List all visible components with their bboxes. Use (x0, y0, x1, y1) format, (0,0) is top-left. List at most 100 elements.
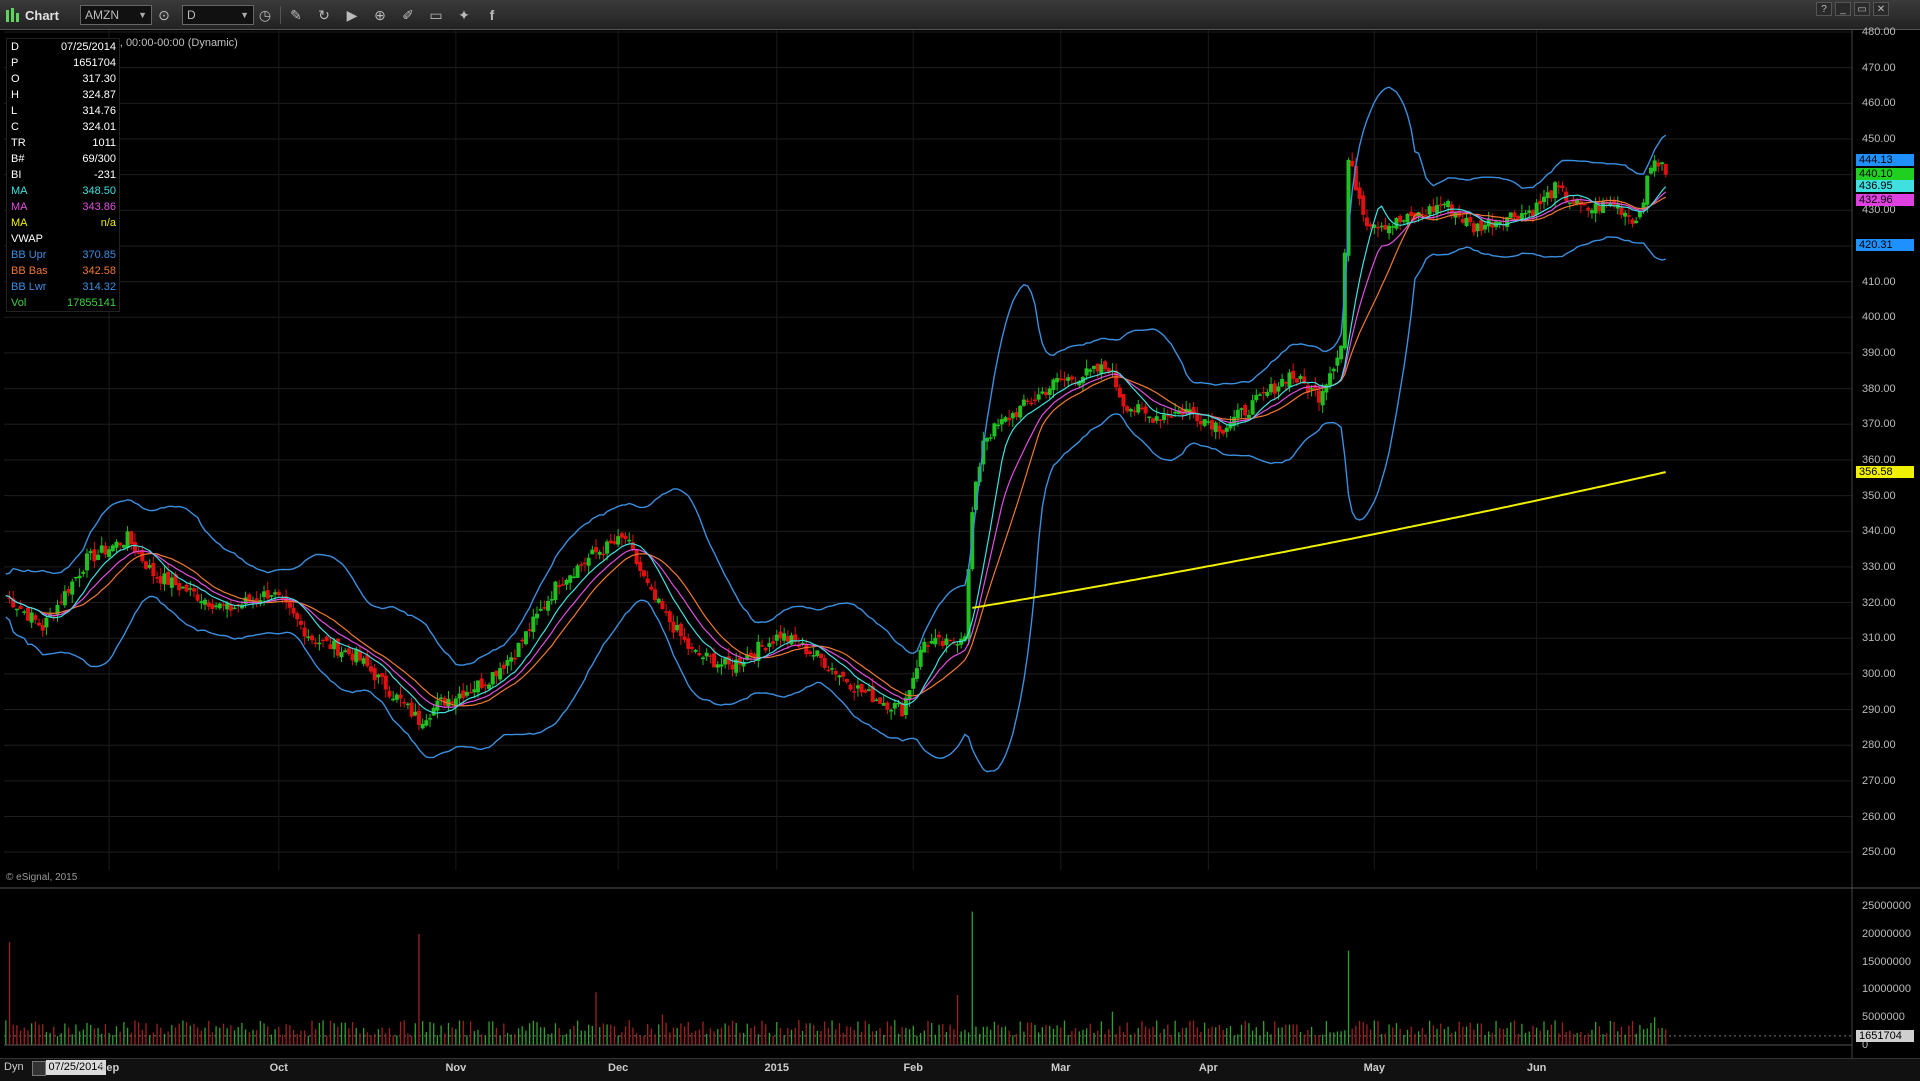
price-chart[interactable] (0, 30, 1920, 1058)
symbol-search-icon[interactable]: ⊙ (154, 5, 174, 25)
candle-up (1018, 405, 1023, 418)
data-window-row: VWAP (7, 231, 119, 247)
volume-tick-label: 20000000 (1862, 927, 1911, 940)
help-button[interactable]: ? (1816, 2, 1832, 16)
candle-down (1512, 212, 1517, 218)
candle-up (405, 703, 410, 706)
price-tick-label: 320.00 (1862, 596, 1896, 609)
candle-down (191, 588, 196, 592)
candle-down (118, 542, 123, 546)
candle-down (177, 583, 182, 591)
price-tick-label: 410.00 (1862, 275, 1896, 288)
data-window-label: Vol (11, 297, 27, 309)
symbol-input[interactable]: AMZN ▼ (80, 5, 152, 25)
data-window-label: BB Bas (11, 265, 48, 277)
candle-up (431, 707, 436, 716)
maximize-button[interactable]: ▭ (1854, 2, 1870, 16)
chevron-down-icon[interactable]: ▼ (240, 6, 249, 24)
time-tick-label: Oct (269, 1062, 288, 1074)
candle-down (398, 694, 403, 699)
candle-down (1361, 195, 1366, 215)
data-window-label: BB Upr (11, 249, 47, 261)
data-window-value: 348.50 (82, 185, 116, 197)
candle-up (1637, 211, 1642, 218)
candle-up (420, 723, 425, 729)
candle-up (1250, 400, 1255, 415)
candle-down (40, 625, 45, 631)
volume-tick-label: 10000000 (1862, 983, 1911, 996)
price-tick-label: 390.00 (1862, 346, 1896, 359)
candle-down (494, 670, 499, 677)
close-button[interactable]: ✕ (1873, 2, 1889, 16)
candle-down (1243, 405, 1248, 416)
candle-up (597, 551, 602, 555)
candle-up (955, 644, 960, 646)
candle-down (760, 645, 765, 647)
zoom-icon[interactable]: ⊕ (370, 5, 390, 25)
candle-down (667, 611, 672, 623)
candle-up (1387, 225, 1392, 234)
comment-icon[interactable]: ▭ (426, 5, 446, 25)
candle-up (523, 631, 528, 645)
candle-down (1291, 370, 1296, 379)
candle-down (136, 552, 141, 554)
data-window-value: 317.30 (82, 73, 116, 85)
candle-up (1055, 377, 1060, 383)
candle-up (343, 650, 348, 653)
candle-down (369, 666, 374, 672)
time-axis[interactable] (0, 1058, 1920, 1081)
candle-down (737, 657, 742, 665)
candle-up (1320, 391, 1325, 406)
candle-down (671, 621, 676, 633)
time-tick-label: Mar (1051, 1062, 1071, 1074)
twitter-icon[interactable]: ✦ (454, 5, 474, 25)
candle-down (608, 540, 613, 544)
volume-tick-label: 15000000 (1862, 955, 1911, 968)
candle-down (1261, 391, 1266, 394)
time-tick-label: Sep (99, 1062, 120, 1074)
candle-up (1147, 416, 1152, 419)
chevron-down-icon[interactable]: ▼ (138, 6, 147, 24)
candle-up (464, 691, 469, 696)
draw-icon[interactable]: ✐ (398, 5, 418, 25)
candle-down (295, 613, 300, 620)
candle-down (527, 629, 532, 632)
candle-up (675, 624, 680, 631)
candle-down (151, 562, 156, 577)
clock-icon[interactable]: ◷ (255, 5, 275, 25)
candle-up (1091, 365, 1096, 369)
candle-up (332, 640, 337, 650)
candle-up (361, 658, 366, 664)
refresh-icon[interactable]: ↻ (314, 5, 334, 25)
candle-up (1280, 378, 1285, 387)
candle-down (885, 702, 890, 710)
interval-input[interactable]: D ▼ (182, 5, 254, 25)
last-value-badge: 432.96 (1856, 193, 1914, 206)
candle-up (892, 703, 897, 709)
candle-down (1143, 406, 1148, 414)
minimize-button[interactable]: _ (1835, 2, 1851, 16)
candle-down (1294, 378, 1299, 383)
last-value-badge: 420.31 (1856, 238, 1914, 251)
candle-up (575, 565, 580, 578)
data-window-label: MA (11, 217, 28, 229)
candle-down (1626, 215, 1631, 217)
dynamic-toggle[interactable] (32, 1061, 46, 1076)
candle-down (582, 562, 587, 565)
candle-down (1560, 185, 1565, 189)
data-window-row: D 07/25/2014 (7, 39, 119, 55)
candle-up (428, 718, 433, 720)
candle-up (1235, 409, 1240, 418)
candle-down (461, 690, 466, 698)
data-window-label: C (11, 121, 19, 133)
data-window-label: BI (11, 169, 22, 181)
candle-down (841, 671, 846, 677)
facebook-icon[interactable]: f (482, 5, 502, 25)
candle-down (66, 589, 71, 593)
data-window-value: 69/300 (82, 153, 116, 165)
pencil-icon[interactable]: ✎ (286, 5, 306, 25)
play-icon[interactable]: ▶ (342, 5, 362, 25)
candle-up (1553, 182, 1558, 199)
candle-up (1298, 375, 1303, 379)
candle-down (468, 691, 473, 694)
